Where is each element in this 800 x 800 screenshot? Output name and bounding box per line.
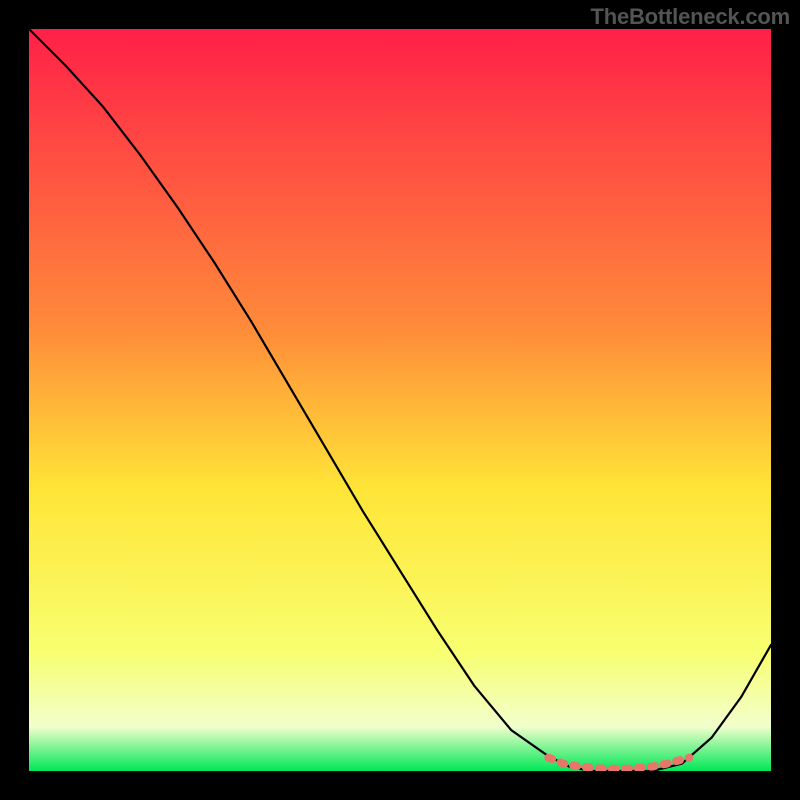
chart-plot (29, 29, 771, 771)
watermark-text: TheBottleneck.com (590, 4, 790, 30)
gradient-background (29, 29, 771, 771)
chart-container: TheBottleneck.com (0, 0, 800, 800)
